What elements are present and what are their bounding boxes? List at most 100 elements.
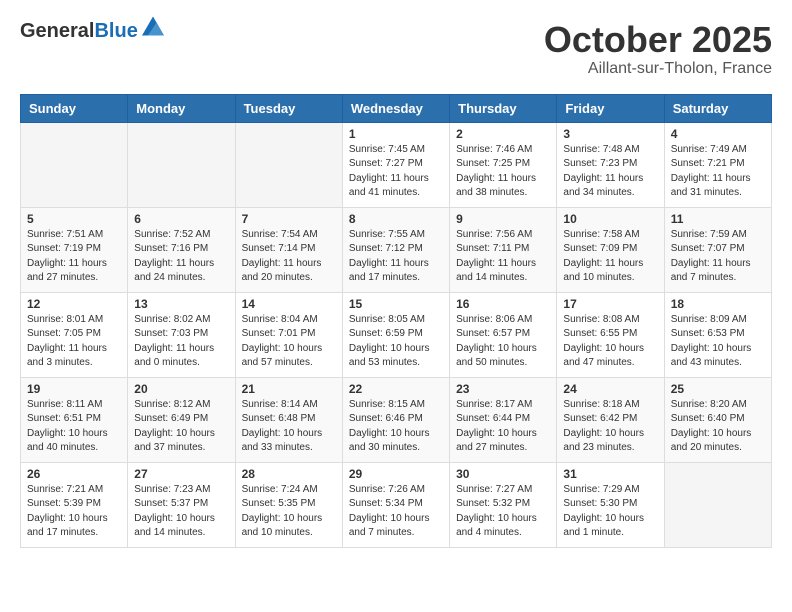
day-info: Sunrise: 7:46 AM Sunset: 7:25 PM Dayligh… (456, 143, 550, 201)
day-number: 27 (134, 467, 228, 481)
calendar-day-cell: 23 Sunrise: 8:17 AM Sunset: 6:44 PM Dayli… (450, 377, 557, 462)
day-info: Sunrise: 7:56 AM Sunset: 7:11 PM Dayligh… (456, 228, 550, 286)
day-number: 10 (563, 212, 657, 226)
calendar-week-row: 26 Sunrise: 7:21 AM Sunset: 5:39 PM Dayli… (21, 462, 772, 547)
day-info: Sunrise: 7:51 AM Sunset: 7:19 PM Dayligh… (27, 228, 121, 286)
calendar-day-cell: 28 Sunrise: 7:24 AM Sunset: 5:35 PM Dayli… (235, 462, 342, 547)
calendar-day-cell: 24 Sunrise: 8:18 AM Sunset: 6:42 PM Dayli… (557, 377, 664, 462)
day-number: 2 (456, 127, 550, 141)
calendar-day-cell: 4 Sunrise: 7:49 AM Sunset: 7:21 PM Daylig… (664, 122, 771, 207)
day-number: 24 (563, 382, 657, 396)
calendar-day-cell: 16Sunrise: 8:06 AM Sunset: 6:57 PM Dayli… (450, 292, 557, 377)
day-of-week-header: Monday (128, 94, 235, 122)
calendar-day-cell: 9 Sunrise: 7:56 AM Sunset: 7:11 PM Daylig… (450, 207, 557, 292)
day-number: 23 (456, 382, 550, 396)
calendar-day-cell: 11 Sunrise: 7:59 AM Sunset: 7:07 PM Dayli… (664, 207, 771, 292)
day-info: Sunrise: 8:02 AM Sunset: 7:03 PM Dayligh… (134, 313, 228, 371)
location-title: Aillant-sur-Tholon, France (544, 60, 772, 78)
title-section: October 2025 Aillant-sur-Tholon, France (544, 20, 772, 78)
day-info: Sunrise: 7:59 AM Sunset: 7:07 PM Dayligh… (671, 228, 765, 286)
day-info: Sunrise: 8:12 AM Sunset: 6:49 PM Dayligh… (134, 398, 228, 456)
calendar-day-cell: 31 Sunrise: 7:29 AM Sunset: 5:30 PM Dayli… (557, 462, 664, 547)
calendar-day-cell (664, 462, 771, 547)
day-info: Sunrise: 8:14 AM Sunset: 6:48 PM Dayligh… (242, 398, 336, 456)
calendar-day-cell: 27Sunrise: 7:23 AM Sunset: 5:37 PM Dayli… (128, 462, 235, 547)
day-info: Sunrise: 7:27 AM Sunset: 5:32 PM Dayligh… (456, 483, 550, 541)
calendar-day-cell: 7Sunrise: 7:54 AM Sunset: 7:14 PM Daylig… (235, 207, 342, 292)
day-of-week-header: Wednesday (342, 94, 449, 122)
day-number: 4 (671, 127, 765, 141)
day-info: Sunrise: 7:45 AM Sunset: 7:27 PM Dayligh… (349, 143, 443, 201)
day-info: Sunrise: 7:29 AM Sunset: 5:30 PM Dayligh… (563, 483, 657, 541)
calendar-day-cell: 19 Sunrise: 8:11 AM Sunset: 6:51 PM Dayli… (21, 377, 128, 462)
logo-icon (142, 15, 164, 37)
logo-general: GeneralBlue (20, 20, 138, 42)
day-number: 6 (134, 212, 228, 226)
day-info: Sunrise: 7:49 AM Sunset: 7:21 PM Dayligh… (671, 143, 765, 201)
day-of-week-header: Tuesday (235, 94, 342, 122)
day-number: 13 (134, 297, 228, 311)
day-info: Sunrise: 7:55 AM Sunset: 7:12 PM Dayligh… (349, 228, 443, 286)
calendar-day-cell: 14 Sunrise: 8:04 AM Sunset: 7:01 PM Dayli… (235, 292, 342, 377)
day-info: Sunrise: 7:52 AM Sunset: 7:16 PM Dayligh… (134, 228, 228, 286)
calendar-day-cell: 13 Sunrise: 8:02 AM Sunset: 7:03 PM Dayli… (128, 292, 235, 377)
day-info: Sunrise: 7:26 AM Sunset: 5:34 PM Dayligh… (349, 483, 443, 541)
calendar-day-cell: 3Sunrise: 7:48 AM Sunset: 7:23 PM Daylig… (557, 122, 664, 207)
day-number: 11 (671, 212, 765, 226)
day-info: Sunrise: 8:11 AM Sunset: 6:51 PM Dayligh… (27, 398, 121, 456)
calendar-day-cell: 12 Sunrise: 8:01 AM Sunset: 7:05 PM Dayli… (21, 292, 128, 377)
day-of-week-header: Sunday (21, 94, 128, 122)
calendar-day-cell: 29 Sunrise: 7:26 AM Sunset: 5:34 PM Dayli… (342, 462, 449, 547)
calendar-day-cell (235, 122, 342, 207)
day-of-week-header: Saturday (664, 94, 771, 122)
day-info: Sunrise: 8:20 AM Sunset: 6:40 PM Dayligh… (671, 398, 765, 456)
day-info: Sunrise: 8:17 AM Sunset: 6:44 PM Dayligh… (456, 398, 550, 456)
day-info: Sunrise: 8:18 AM Sunset: 6:42 PM Dayligh… (563, 398, 657, 456)
day-number: 18 (671, 297, 765, 311)
day-info: Sunrise: 7:21 AM Sunset: 5:39 PM Dayligh… (27, 483, 121, 541)
calendar-day-cell: 8 Sunrise: 7:55 AM Sunset: 7:12 PM Daylig… (342, 207, 449, 292)
calendar-day-cell: 30 Sunrise: 7:27 AM Sunset: 5:32 PM Dayli… (450, 462, 557, 547)
day-info: Sunrise: 8:01 AM Sunset: 7:05 PM Dayligh… (27, 313, 121, 371)
day-number: 29 (349, 467, 443, 481)
day-number: 22 (349, 382, 443, 396)
day-number: 9 (456, 212, 550, 226)
day-number: 25 (671, 382, 765, 396)
calendar-week-row: 1 Sunrise: 7:45 AM Sunset: 7:27 PM Daylig… (21, 122, 772, 207)
day-number: 26 (27, 467, 121, 481)
calendar-day-cell: 15 Sunrise: 8:05 AM Sunset: 6:59 PM Dayli… (342, 292, 449, 377)
calendar-day-cell: 10Sunrise: 7:58 AM Sunset: 7:09 PM Dayli… (557, 207, 664, 292)
calendar-day-cell (128, 122, 235, 207)
calendar-day-cell: 26 Sunrise: 7:21 AM Sunset: 5:39 PM Dayli… (21, 462, 128, 547)
calendar-week-row: 19 Sunrise: 8:11 AM Sunset: 6:51 PM Dayli… (21, 377, 772, 462)
day-info: Sunrise: 7:24 AM Sunset: 5:35 PM Dayligh… (242, 483, 336, 541)
day-number: 8 (349, 212, 443, 226)
day-info: Sunrise: 8:05 AM Sunset: 6:59 PM Dayligh… (349, 313, 443, 371)
calendar-day-cell: 21 Sunrise: 8:14 AM Sunset: 6:48 PM Dayli… (235, 377, 342, 462)
day-of-week-header: Thursday (450, 94, 557, 122)
day-number: 28 (242, 467, 336, 481)
day-info: Sunrise: 8:08 AM Sunset: 6:55 PM Dayligh… (563, 313, 657, 371)
day-number: 30 (456, 467, 550, 481)
day-number: 21 (242, 382, 336, 396)
day-of-week-header: Friday (557, 94, 664, 122)
calendar-table: SundayMondayTuesdayWednesdayThursdayFrid… (20, 94, 772, 548)
day-info: Sunrise: 8:09 AM Sunset: 6:53 PM Dayligh… (671, 313, 765, 371)
calendar-day-cell (21, 122, 128, 207)
day-number: 12 (27, 297, 121, 311)
day-number: 5 (27, 212, 121, 226)
day-number: 19 (27, 382, 121, 396)
month-title: October 2025 (544, 20, 772, 60)
day-number: 3 (563, 127, 657, 141)
day-info: Sunrise: 8:04 AM Sunset: 7:01 PM Dayligh… (242, 313, 336, 371)
day-number: 31 (563, 467, 657, 481)
calendar-header-row: SundayMondayTuesdayWednesdayThursdayFrid… (21, 94, 772, 122)
day-number: 1 (349, 127, 443, 141)
calendar-day-cell: 6 Sunrise: 7:52 AM Sunset: 7:16 PM Daylig… (128, 207, 235, 292)
calendar-day-cell: 5 Sunrise: 7:51 AM Sunset: 7:19 PM Daylig… (21, 207, 128, 292)
day-number: 15 (349, 297, 443, 311)
day-number: 14 (242, 297, 336, 311)
day-number: 20 (134, 382, 228, 396)
day-number: 17 (563, 297, 657, 311)
day-info: Sunrise: 7:54 AM Sunset: 7:14 PM Dayligh… (242, 228, 336, 286)
